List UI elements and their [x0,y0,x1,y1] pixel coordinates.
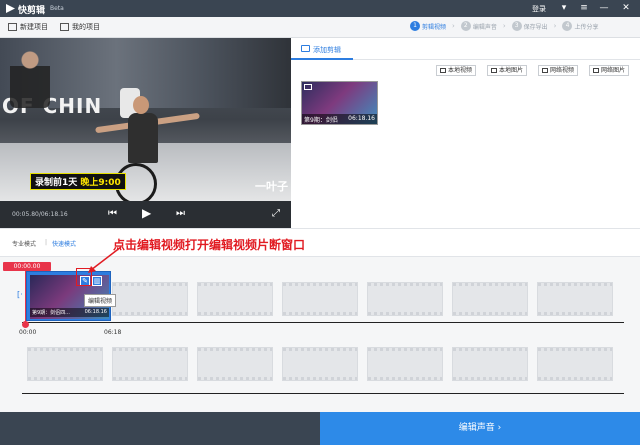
new-project-label: 新建项目 [20,23,48,31]
web-video-icon [542,68,548,73]
playhead-handle[interactable] [22,321,29,328]
new-project-icon [8,23,17,31]
step-upload-share[interactable]: 4 上传分享 [562,21,599,31]
empty-slot[interactable] [282,282,358,316]
toolbar: 新建项目 我的项目 1 剪辑视频 › 2 编辑声音 › 3 保存导出 › 4 上… [0,17,640,38]
empty-slot[interactable] [197,347,273,381]
empty-slot[interactable] [537,282,613,316]
minimize-icon[interactable]: — [596,1,612,15]
new-project-button[interactable]: 新建项目 [8,22,48,32]
edit-video-tooltip: 编辑视频 [84,294,117,307]
playback-controls: 00:05.80/06:18.16 ⏮ ▶ ⏭ ⤢ [0,201,291,228]
empty-slot[interactable] [197,282,273,316]
pro-mode-link[interactable]: 专业模式 [12,239,36,248]
chevron-right-icon: › [452,22,455,30]
media-thumbnail[interactable]: 第9期：剑侣四... 06:18.16 [301,81,378,133]
app-name: 快剪辑 [18,6,46,16]
chevron-right-icon: › [502,22,506,30]
tab-add-clip[interactable]: 添加剪辑 [291,38,353,60]
fast-mode-link[interactable]: 快速模式 [52,239,76,248]
clip-duration: 06:18.16 [84,309,107,315]
empty-slot[interactable] [452,347,528,381]
close-icon[interactable]: ✕ [616,1,636,15]
video-caption: 录制前1天 晚上9:00 [30,173,126,190]
my-projects-button[interactable]: 我的项目 [60,22,100,32]
playhead-line[interactable] [25,271,26,326]
tick-label-end: 06:18 [104,329,122,336]
local-image-button[interactable]: 本地图片 [487,65,528,76]
step-edit-video[interactable]: 1 剪辑视频 [410,21,446,31]
tick-label-start: 00:00 [19,329,37,336]
previous-frame-icon[interactable]: ⏮ [108,208,117,219]
folder-icon [60,23,69,31]
empty-slot[interactable] [27,347,103,381]
timeline-axis [22,322,624,323]
clip-trim-handle-icon[interactable]: [· [17,290,25,300]
footer-bar: 编辑声音 › [0,412,640,445]
empty-slot[interactable] [537,347,613,381]
playback-time: 00:05.80/06:18.16 [12,211,68,218]
playhead-time-label[interactable]: 00:00.00 [3,262,51,271]
app-logo-icon [6,4,15,13]
empty-slot[interactable] [112,282,188,316]
window-menu-icon[interactable]: ≡ [576,1,592,15]
video-preview[interactable]: OF CHIN 录制前1天 晚上9:00 一叶子 [0,38,291,201]
step-save-export[interactable]: 3 保存导出 [511,21,548,31]
video-icon [304,84,312,90]
chevron-right-icon: › [553,22,557,30]
login-link[interactable]: 登录 [532,4,546,14]
step-edit-audio[interactable]: 2 编辑声音 [460,21,497,31]
track-row-2 [14,342,624,386]
video-icon [301,45,310,52]
empty-slot[interactable] [367,282,443,316]
empty-slot[interactable] [282,347,358,381]
empty-slot[interactable] [452,282,528,316]
web-image-button[interactable]: 网络图片 [589,65,630,76]
edit-audio-button[interactable]: 编辑声音 › [320,412,640,445]
web-image-icon [593,68,599,73]
step-indicator: 1 剪辑视频 › 2 编辑声音 › 3 保存导出 › 4 上传分享 [410,21,599,31]
annotation-text: 点击编辑视频打开编辑视频片断窗口 [113,238,306,252]
local-image-icon [491,68,497,73]
local-video-button[interactable]: 本地视频 [436,65,477,76]
video-watermark-logo: 一叶子 [255,180,288,193]
local-video-icon [440,68,446,73]
media-panel: 添加剪辑 本地视频 本地图片 网络视频 网络图片 第9期：剑侣四... 06:1… [291,38,640,228]
thumb-title: 第9期：剑侣四... [304,117,338,133]
beta-badge: Beta [50,5,64,12]
web-video-button[interactable]: 网络视频 [538,65,579,76]
menu-dropdown-icon[interactable]: ▾ [556,1,572,15]
clip-title: 第9期：剑侣四... [32,310,70,316]
annotation-arrow-icon [88,246,122,273]
delete-clip-icon[interactable]: ▥ [92,276,102,286]
empty-slot[interactable] [112,347,188,381]
title-bar: 快剪辑 Beta 登录 ▾ ≡ — ✕ [0,0,640,17]
my-projects-label: 我的项目 [72,23,100,31]
thumb-duration: 06:18.16 [348,115,375,122]
timeline-axis-2 [22,393,624,394]
fullscreen-icon[interactable]: ⤢ [272,208,280,219]
empty-slot[interactable] [367,347,443,381]
next-frame-icon[interactable]: ⏭ [176,208,185,219]
play-icon[interactable]: ▶ [142,206,151,220]
